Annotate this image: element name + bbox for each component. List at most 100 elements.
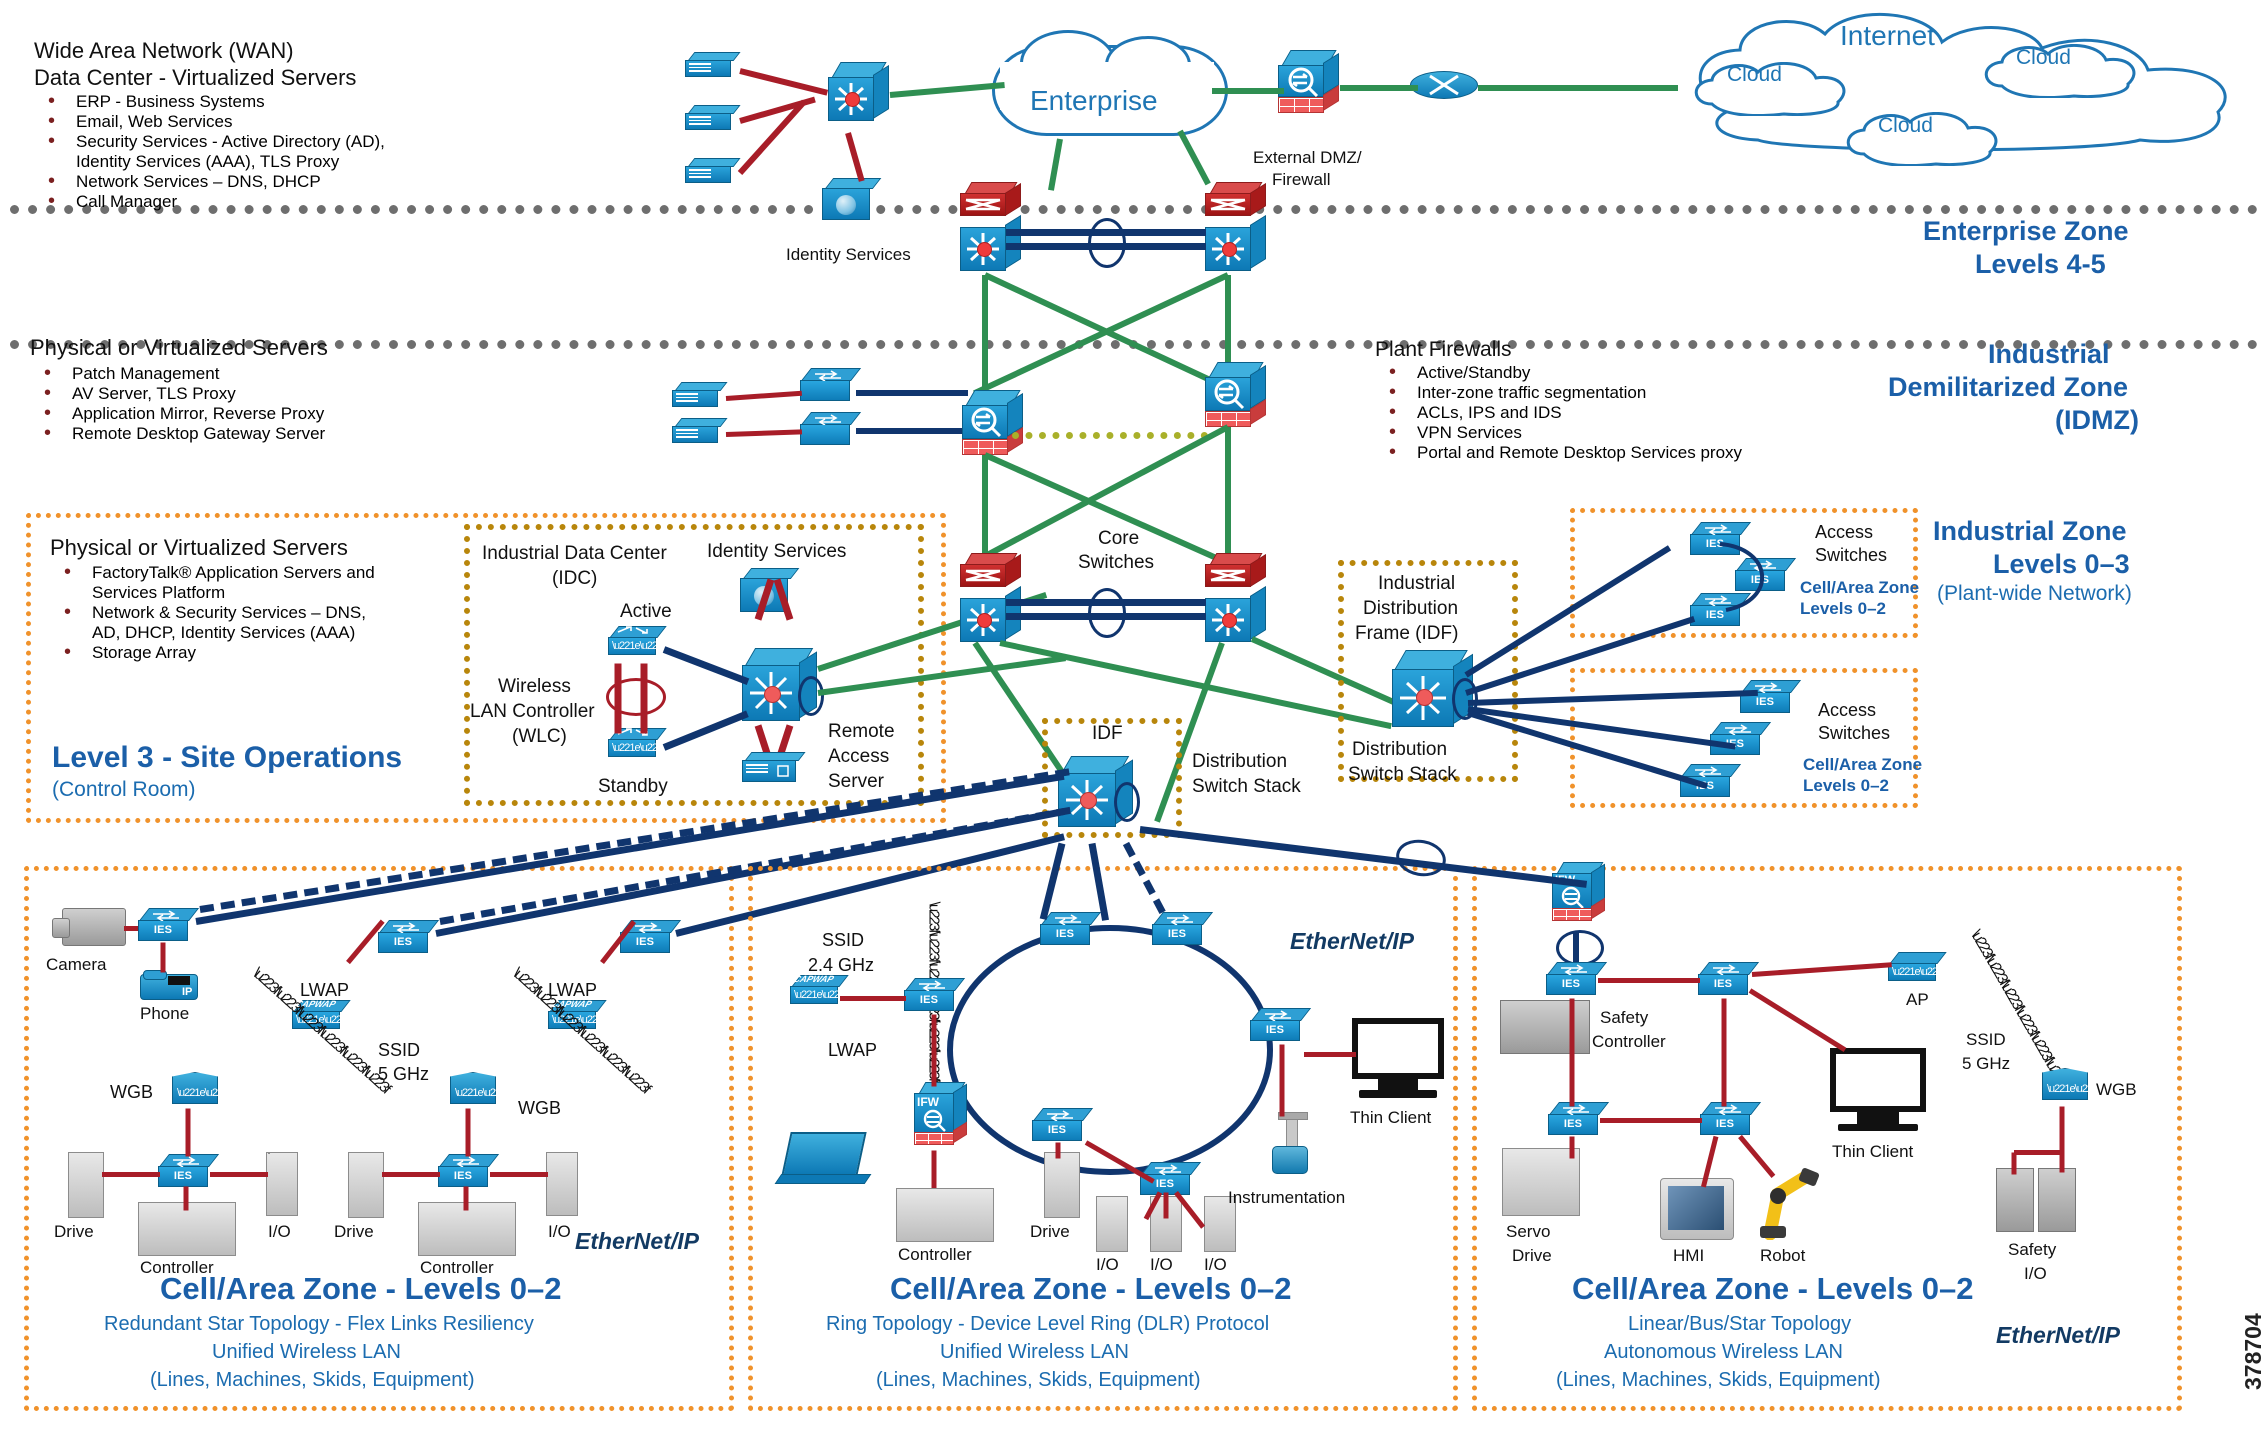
- link-wgb-safetyio-v1: [2011, 1152, 2017, 1175]
- cell2-ssid-label-1: SSID: [822, 930, 865, 950]
- enterprise-server-1: [685, 52, 741, 78]
- cell-panel-3-sub2: Autonomous Wireless LAN: [1604, 1341, 1843, 1363]
- switch-arrows-icon: [393, 922, 419, 933]
- wlc-ha-ellipse: [606, 678, 666, 716]
- right-cell1-zone-label-2: Levels 0–2: [1800, 599, 1887, 618]
- link-identity-router: [845, 132, 865, 182]
- cell2-instrumentation: [1272, 1112, 1322, 1182]
- idf-frame-label-2: Distribution: [1363, 598, 1459, 619]
- cell1-drive-2: [268, 1152, 270, 1154]
- ies-label: IES: [1167, 928, 1187, 940]
- enterprise-zone-label: Enterprise Zone: [1923, 216, 2129, 246]
- cell1-ies-top-mid: IES: [378, 920, 440, 954]
- link-ies-io2: [490, 1172, 548, 1177]
- core-trunk-ellipse: [1088, 588, 1126, 638]
- cell1-ies-top-left: IES: [138, 908, 200, 942]
- firewall-magnifier-icon: [1561, 886, 1584, 908]
- list-item: Application Mirror, Reverse Proxy: [30, 402, 325, 425]
- link-ies-io-b: [1163, 1192, 1169, 1219]
- ies-label: IES: [1715, 1118, 1735, 1130]
- identity-services-server-enterprise: [822, 178, 884, 222]
- link-ies-servo: [1569, 1136, 1575, 1159]
- link-cell3-ies-lower-h: [1600, 1118, 1702, 1123]
- dlr-ring: [947, 925, 1273, 1175]
- idc-active-label: Active: [620, 601, 672, 622]
- idmz-zone-label-3: (IDMZ): [2055, 405, 2139, 435]
- enterprise-bullets: ERP - Business Systems Email, Web Servic…: [34, 90, 385, 213]
- cell-panel-1-sub3: (Lines, Machines, Skids, Equipment): [150, 1369, 475, 1391]
- switch-arrows-icon: [1725, 724, 1751, 735]
- cell3-ssid-label-2: 5 GHz: [1962, 1054, 2011, 1073]
- idf-dist-label-2: Switch Stack: [1192, 776, 1301, 797]
- ies-label: IES: [1563, 1118, 1583, 1130]
- wlc-ports-icon: \u221e\u221e\u221e: [612, 640, 696, 652]
- switch-arrows-icon: [453, 1156, 479, 1167]
- switch-arrows-icon: [1561, 964, 1587, 975]
- enterprise-zone-levels: Levels 4-5: [1975, 249, 2106, 279]
- link-server1-router: [739, 68, 829, 96]
- list-item: Storage Array: [50, 641, 375, 664]
- identity-services-label-enterprise: Identity Services: [786, 245, 911, 264]
- idf-label: IDF: [1092, 723, 1123, 744]
- chip-icon: [777, 765, 789, 777]
- idf-dist-label-1: Distribution: [1192, 751, 1288, 772]
- idc-identity-services-server: [740, 568, 802, 614]
- external-dmz-label-1: External DMZ/: [1253, 148, 1362, 167]
- switch-arrows-icon: [153, 910, 179, 921]
- cell2-thin-client: [1352, 1018, 1444, 1100]
- list-item: Call Manager: [34, 190, 385, 213]
- cell1-drive-2b: [348, 1152, 384, 1218]
- cell3-ssid-label-1: SSID: [1966, 1030, 2006, 1049]
- enterprise-server-3: [685, 158, 741, 184]
- list-item: ACLs, IPS and IDS: [1375, 401, 1742, 424]
- switch-arrows-icon: [1155, 1164, 1181, 1175]
- link-cell3-ies-vert-1: [1569, 998, 1575, 1107]
- idc-standby-label: Standby: [598, 776, 668, 797]
- ies-label: IES: [153, 924, 173, 936]
- cell2-laptop: [774, 1132, 872, 1188]
- link-wgb-ies-right: [465, 1108, 471, 1157]
- idmz-firewall-standby: [1205, 362, 1267, 427]
- switch-arrows-icon: [1563, 1104, 1589, 1115]
- cell-panel-2-sub2: Unified Wireless LAN: [940, 1341, 1129, 1363]
- cell3-robot-label: Robot: [1760, 1246, 1806, 1265]
- capwap-tag: CAPWAP: [792, 974, 836, 984]
- idf-frame-dist-label-2: Switch Stack: [1348, 764, 1457, 785]
- firewall-brick-base: [1205, 411, 1251, 427]
- enterprise-switch-right: [1205, 212, 1267, 272]
- list-item-cont: AD, DHCP, Identity Services (AAA): [92, 623, 356, 642]
- enterprise-cloud-label: Enterprise: [1030, 85, 1158, 116]
- cell1-wgb-right: \u221e\u221e\u221e: [450, 1072, 496, 1104]
- cell3-safety-io-label-2: I/O: [2024, 1264, 2047, 1283]
- core-switches-label-1: Core: [1098, 528, 1140, 549]
- wlc-active: \u221e\u221e\u221e: [608, 626, 696, 656]
- cell-panel-3-title: Cell/Area Zone - Levels 0–2: [1572, 1271, 1974, 1306]
- cell2-ies-ring-top-1: IES: [1040, 912, 1102, 946]
- cell1-io-label-1: I/O: [268, 1222, 291, 1241]
- ies-label: IES: [1561, 978, 1581, 990]
- link-idmz-switch-to-fw-2: [856, 428, 968, 434]
- ies-label: IES: [1055, 928, 1075, 940]
- cell3-robot: [1752, 1160, 1826, 1241]
- ifw-tag: IFW: [917, 1095, 939, 1109]
- industrial-zone-levels: Levels 0–3: [1993, 549, 2130, 579]
- cell3-safety-controller-label-2: Controller: [1592, 1032, 1666, 1051]
- link-extfw-edge: [1340, 85, 1418, 91]
- cell2-instrumentation-label: Instrumentation: [1228, 1188, 1346, 1207]
- idc-ras-label-2: Access: [828, 746, 890, 767]
- idf-distribution-switch: [1058, 756, 1140, 830]
- link-capwap-ies-cell2: [840, 996, 906, 1001]
- idf-frame-label-3: Frame (IDF): [1355, 623, 1459, 644]
- link-idmz-to-core-1: [982, 455, 988, 565]
- cell1-io-2: [546, 1152, 578, 1216]
- switch-arrows-icon: [1047, 1110, 1073, 1121]
- cell3-thin-client: [1830, 1048, 1926, 1134]
- firewall-magnifier-icon: [971, 407, 1002, 438]
- idf-frame-dist-label-1: Distribution: [1352, 739, 1448, 760]
- cell1-io-1: [266, 1152, 298, 1216]
- link-iesring-drive: [1055, 1142, 1061, 1159]
- cell1-drive-label-1: Drive: [54, 1222, 94, 1241]
- cell3-autonomous-ap: \u221e\u221e\u221e: [1888, 952, 1976, 982]
- ies-label: IES: [635, 936, 655, 948]
- external-dmz-firewall: [1278, 50, 1340, 113]
